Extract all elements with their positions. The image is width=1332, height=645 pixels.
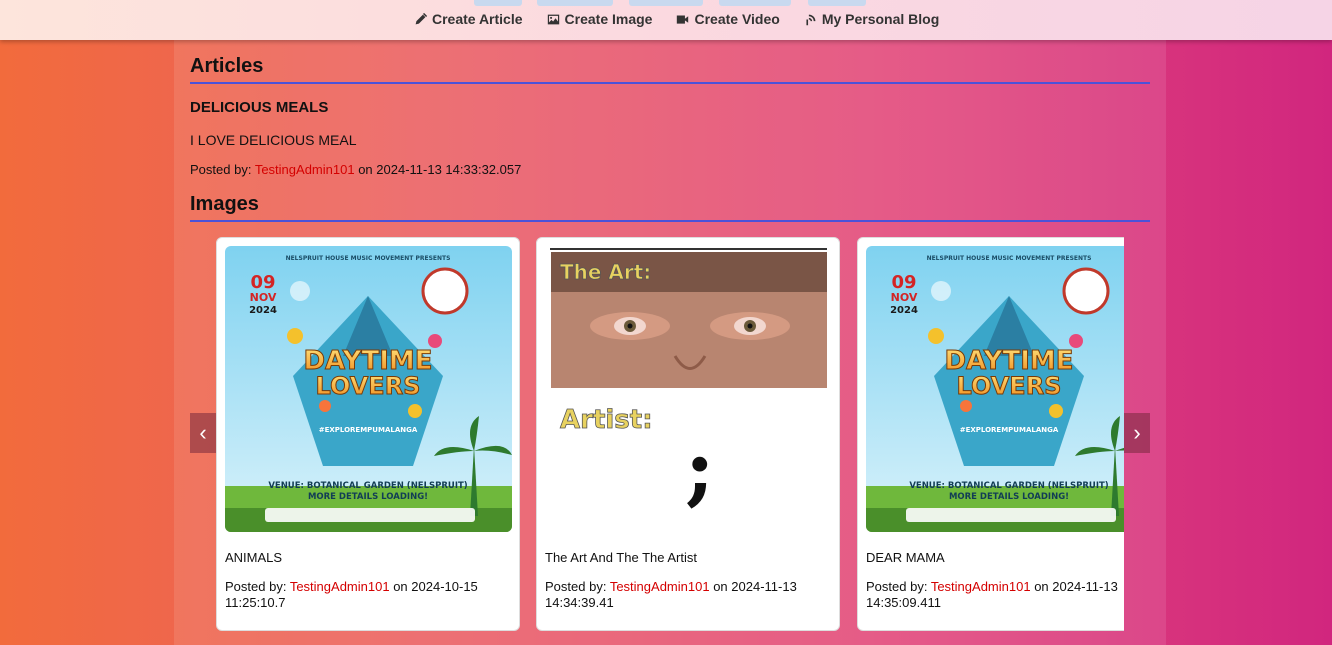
poster-top-text: NELSPRUIT HOUSE MUSIC MOVEMENT PRESENTS bbox=[927, 255, 1092, 262]
posted-by-label: Posted by: bbox=[190, 162, 252, 177]
poster-more: MORE DETAILS LOADING! bbox=[949, 492, 1069, 502]
nav-tab-stub bbox=[719, 0, 791, 6]
art-and-artist-poster[interactable]: The Art: Artist: ; bbox=[545, 246, 832, 532]
poster-semicolon: ; bbox=[685, 421, 715, 515]
poster-line2: LOVERS bbox=[957, 372, 1062, 400]
image-meta: Posted by: TestingAdmin101 on 2024-10-15… bbox=[225, 579, 515, 611]
poster-graphic: NELSPRUIT HOUSE MUSIC MOVEMENT PRESENTS … bbox=[225, 246, 512, 532]
on-label: on bbox=[1034, 579, 1049, 594]
articles-heading: Articles bbox=[190, 55, 1150, 84]
nav-tab-stub bbox=[537, 0, 613, 6]
daytime-lovers-poster[interactable]: NELSPRUIT HOUSE MUSIC MOVEMENT PRESENTS … bbox=[866, 246, 1124, 532]
image-card[interactable]: NELSPRUIT HOUSE MUSIC MOVEMENT PRESENTS … bbox=[857, 237, 1124, 631]
image-meta: Posted by: TestingAdmin101 on 2024-11-13… bbox=[545, 579, 835, 611]
image-title: The Art And The The Artist bbox=[545, 550, 697, 565]
poster-graphic: NELSPRUIT HOUSE MUSIC MOVEMENT PRESENTS … bbox=[866, 246, 1124, 532]
author-link[interactable]: TestingAdmin101 bbox=[931, 579, 1031, 594]
nav-label: My Personal Blog bbox=[821, 11, 940, 27]
top-navbar: Create Article Create Image Create Video… bbox=[0, 0, 1332, 40]
image-card[interactable]: NELSPRUIT HOUSE MUSIC MOVEMENT PRESENTS … bbox=[216, 237, 520, 631]
create-video-link[interactable]: Create Video bbox=[676, 11, 780, 27]
poster-venue: VENUE: BOTANICAL GARDEN (NELSPRUIT) bbox=[909, 481, 1108, 491]
poster-graphic: The Art: Artist: ; bbox=[545, 246, 832, 532]
nav-tab-stub bbox=[808, 0, 866, 6]
image-meta: Posted by: TestingAdmin101 on 2024-11-13… bbox=[866, 579, 1124, 611]
image-icon bbox=[547, 14, 559, 24]
daytime-lovers-poster[interactable]: NELSPRUIT HOUSE MUSIC MOVEMENT PRESENTS … bbox=[225, 246, 512, 532]
video-camera-icon bbox=[677, 14, 689, 24]
nav-tab-stub bbox=[474, 0, 522, 6]
poster-day: 09 bbox=[891, 272, 916, 293]
nav-tab-stub bbox=[629, 0, 703, 6]
on-label: on bbox=[393, 579, 408, 594]
article-title: DELICIOUS MEALS bbox=[190, 99, 329, 116]
create-article-link[interactable]: Create Article bbox=[414, 11, 523, 27]
poster-day: 09 bbox=[250, 272, 275, 293]
main-nav: Create Article Create Image Create Video… bbox=[414, 11, 939, 27]
pencil-icon bbox=[415, 12, 427, 24]
nav-label: Create Article bbox=[432, 11, 523, 27]
nav-label: Create Image bbox=[564, 11, 653, 27]
posted-by-label: Posted by: bbox=[866, 579, 928, 594]
on-label: on bbox=[358, 162, 373, 177]
images-heading: Images bbox=[190, 193, 1150, 222]
poster-month: NOV bbox=[891, 291, 918, 304]
poster-top-text: NELSPRUIT HOUSE MUSIC MOVEMENT PRESENTS bbox=[286, 255, 451, 262]
carousel-next-button[interactable]: › bbox=[1124, 413, 1150, 453]
article-meta: Posted by: TestingAdmin101 on 2024-11-13… bbox=[190, 162, 521, 177]
my-personal-blog-link[interactable]: My Personal Blog bbox=[804, 11, 939, 27]
create-image-link[interactable]: Create Image bbox=[547, 11, 653, 27]
carousel-prev-button[interactable]: ‹ bbox=[190, 413, 216, 453]
author-link[interactable]: TestingAdmin101 bbox=[290, 579, 390, 594]
image-title: ANIMALS bbox=[225, 550, 283, 565]
post-date: 2024-11-13 14:33:32.057 bbox=[376, 162, 522, 177]
poster-month: NOV bbox=[250, 291, 277, 304]
article-body: I LOVE DELICIOUS MEAL bbox=[190, 132, 357, 148]
author-link[interactable]: TestingAdmin101 bbox=[610, 579, 710, 594]
poster-more: MORE DETAILS LOADING! bbox=[308, 492, 428, 502]
posted-by-label: Posted by: bbox=[545, 579, 607, 594]
poster-hashtag: #EXPLOREMPUMALANGA bbox=[960, 426, 1059, 434]
image-card[interactable]: The Art: Artist: ; The Art And The The A… bbox=[536, 237, 840, 631]
poster-artist-text: Artist: bbox=[560, 405, 653, 435]
image-title: DEAR MAMA bbox=[866, 550, 945, 565]
poster-line2: LOVERS bbox=[316, 372, 421, 400]
poster-hashtag: #EXPLOREMPUMALANGA bbox=[319, 426, 418, 434]
poster-art-text: The Art: bbox=[560, 260, 651, 284]
on-label: on bbox=[713, 579, 728, 594]
poster-year: 2024 bbox=[249, 305, 277, 316]
posted-by-label: Posted by: bbox=[225, 579, 287, 594]
image-carousel: NELSPRUIT HOUSE MUSIC MOVEMENT PRESENTS … bbox=[216, 237, 1124, 633]
blog-feed-icon bbox=[806, 14, 816, 25]
author-link[interactable]: TestingAdmin101 bbox=[255, 162, 355, 177]
poster-year: 2024 bbox=[890, 305, 918, 316]
nav-label: Create Video bbox=[694, 11, 780, 27]
poster-venue: VENUE: BOTANICAL GARDEN (NELSPRUIT) bbox=[268, 481, 467, 491]
